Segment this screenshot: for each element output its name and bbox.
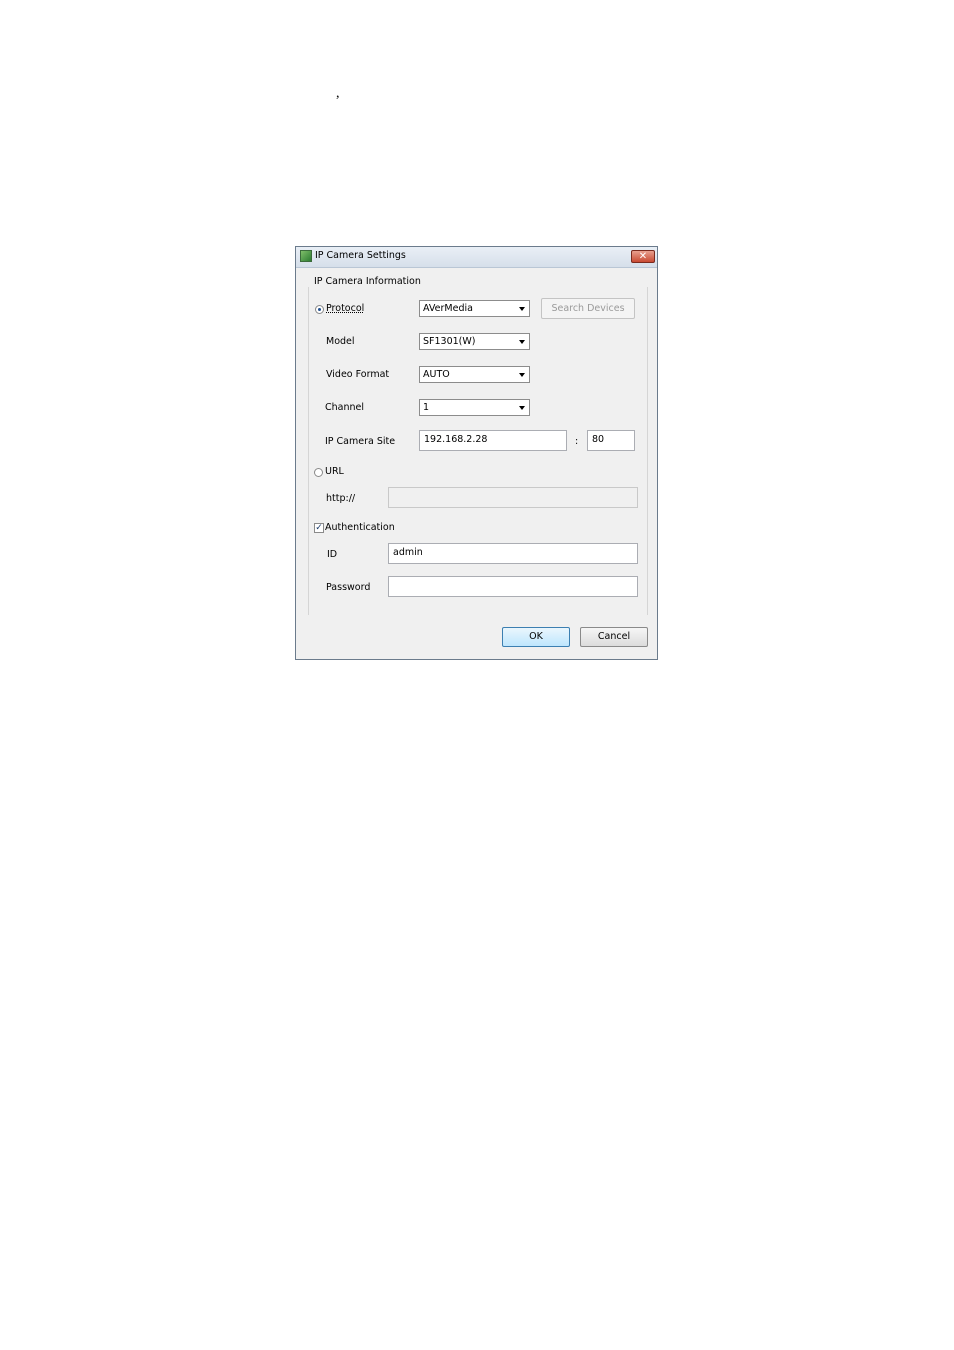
- dialog-title: IP Camera Settings: [315, 250, 406, 261]
- password-input[interactable]: [388, 576, 638, 597]
- ip-camera-site-value: 192.168.2.28: [424, 434, 488, 445]
- video-format-select[interactable]: AUTO: [419, 366, 530, 383]
- model-value: SF1301(W): [423, 336, 476, 347]
- video-format-label: Video Format: [326, 369, 390, 380]
- id-input[interactable]: admin: [388, 543, 638, 564]
- id-value: admin: [393, 547, 423, 558]
- chevron-down-icon: [519, 340, 525, 344]
- protocol-radio[interactable]: [315, 305, 324, 314]
- id-label: ID: [327, 549, 338, 560]
- app-icon: [300, 250, 312, 262]
- authentication-label: Authentication: [325, 522, 395, 533]
- port-separator: :: [575, 436, 579, 447]
- protocol-label: Protocol: [326, 303, 365, 314]
- cancel-button[interactable]: Cancel: [580, 627, 648, 647]
- port-value: 80: [592, 434, 605, 445]
- url-prefix-label: http://: [326, 493, 356, 504]
- channel-label: Channel: [325, 402, 365, 413]
- chevron-down-icon: [519, 373, 525, 377]
- group-label: IP Camera Information: [314, 276, 421, 287]
- group-border-right: [647, 287, 648, 615]
- channel-select[interactable]: 1: [419, 399, 530, 416]
- password-label: Password: [326, 582, 371, 593]
- protocol-select[interactable]: AVerMedia: [419, 300, 530, 317]
- check-mark-icon: ✓: [315, 523, 323, 533]
- ok-button[interactable]: OK: [502, 627, 570, 647]
- protocol-value: AVerMedia: [423, 303, 473, 314]
- ip-camera-site-label: IP Camera Site: [325, 436, 396, 447]
- chevron-down-icon: [519, 307, 525, 311]
- authentication-checkbox[interactable]: ✓: [314, 523, 324, 533]
- channel-value: 1: [423, 402, 430, 413]
- chevron-down-icon: [519, 406, 525, 410]
- search-devices-button[interactable]: Search Devices: [541, 298, 635, 319]
- ip-camera-settings-dialog: IP Camera Settings ✕ IP Camera Informati…: [295, 246, 658, 660]
- url-input[interactable]: [388, 487, 638, 508]
- stray-comma: ,: [336, 86, 340, 101]
- title-bar[interactable]: IP Camera Settings ✕: [296, 247, 657, 268]
- video-format-value: AUTO: [423, 369, 450, 380]
- model-select[interactable]: SF1301(W): [419, 333, 530, 350]
- port-input[interactable]: 80: [587, 430, 635, 451]
- url-label: URL: [325, 466, 344, 477]
- ip-camera-site-input[interactable]: 192.168.2.28: [419, 430, 567, 451]
- url-radio[interactable]: [314, 468, 323, 477]
- model-label: Model: [326, 336, 355, 347]
- group-border-left: [308, 287, 309, 615]
- close-button[interactable]: ✕: [631, 250, 655, 263]
